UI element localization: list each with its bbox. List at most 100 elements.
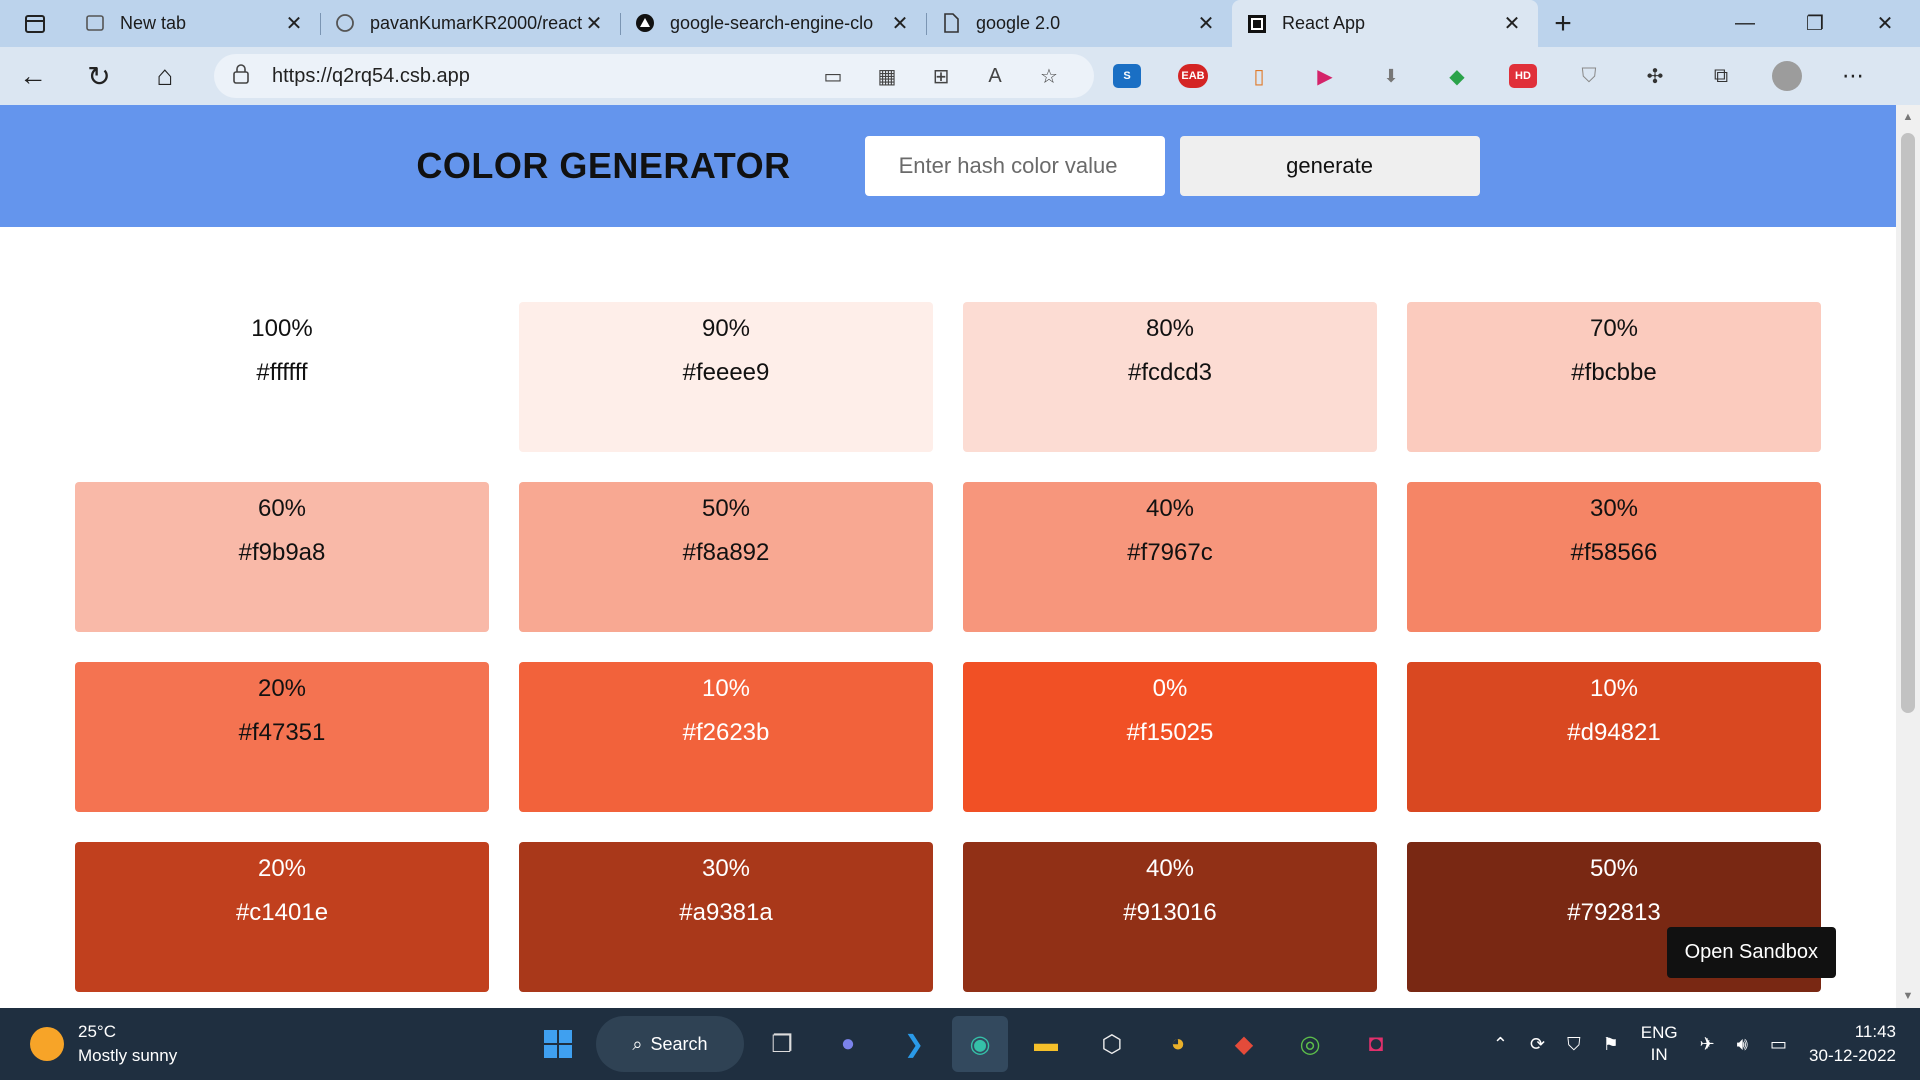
- restore-button[interactable]: ❐: [1780, 0, 1850, 47]
- plus-icon: +: [1554, 6, 1572, 40]
- extension-s[interactable]: S: [1094, 47, 1160, 105]
- chrome-button[interactable]: ◕: [1150, 1016, 1206, 1072]
- color-swatch[interactable]: 0% #f15025: [963, 662, 1377, 812]
- collections-button[interactable]: ⧉: [1688, 47, 1754, 105]
- close-icon[interactable]: ✕: [582, 11, 606, 36]
- extension-eab[interactable]: EAB: [1160, 47, 1226, 105]
- qr-code-icon[interactable]: ▦: [860, 64, 914, 89]
- refresh-button[interactable]: ↻: [66, 47, 132, 105]
- scroll-up-icon[interactable]: ▲: [1896, 105, 1920, 129]
- tab-title: React App: [1282, 13, 1366, 33]
- apps-icon[interactable]: ⊞: [914, 64, 968, 89]
- extension-hd[interactable]: HD: [1490, 47, 1556, 105]
- page-scrollbar[interactable]: ▲ ▼: [1896, 105, 1920, 1008]
- scroll-thumb[interactable]: [1901, 133, 1915, 713]
- home-button[interactable]: ⌂: [132, 47, 198, 105]
- app-button[interactable]: ◎: [1282, 1016, 1338, 1072]
- defender-icon[interactable]: ⚑: [1603, 1034, 1619, 1055]
- minimize-button[interactable]: —: [1710, 0, 1780, 47]
- file-explorer-button[interactable]: ▬: [1018, 1016, 1074, 1072]
- instagram-icon: ◘: [1368, 1030, 1384, 1057]
- extension-download[interactable]: ⬇: [1358, 47, 1424, 105]
- tab-react-app[interactable]: React App ✕: [1232, 0, 1538, 47]
- instagram-button[interactable]: ◘: [1348, 1016, 1404, 1072]
- generate-button[interactable]: generate: [1179, 136, 1480, 196]
- unity-button[interactable]: ⬡: [1084, 1016, 1140, 1072]
- profile-button[interactable]: [1754, 47, 1820, 105]
- new-tab-button[interactable]: +: [1538, 0, 1588, 47]
- volume-icon[interactable]: 🔊︎: [1737, 1034, 1748, 1055]
- back-button[interactable]: ←: [0, 47, 66, 105]
- clock[interactable]: 11:43 30-12-2022: [1809, 1020, 1896, 1068]
- edge-button[interactable]: ◉: [952, 1016, 1008, 1072]
- extension-player[interactable]: ▶: [1292, 47, 1358, 105]
- vscode-button[interactable]: ❯: [886, 1016, 942, 1072]
- color-swatch[interactable]: 90% #feeee9: [519, 302, 933, 452]
- settings-menu-button[interactable]: ⋯: [1820, 47, 1886, 105]
- tab-github[interactable]: pavanKumarKR2000/react ✕: [320, 3, 620, 43]
- tab-google-2[interactable]: google 2.0 ✕: [926, 3, 1232, 43]
- close-icon[interactable]: ✕: [282, 11, 306, 36]
- extension-color[interactable]: ◆: [1424, 47, 1490, 105]
- tab-new-tab[interactable]: New tab ✕: [70, 3, 320, 43]
- task-view-button[interactable]: ❐: [754, 1016, 810, 1072]
- swatch-hex: #d94821: [1567, 719, 1661, 746]
- color-swatch[interactable]: 50% #f8a892: [519, 482, 933, 632]
- close-icon[interactable]: ✕: [1500, 11, 1524, 36]
- chat-icon: ●: [840, 1030, 856, 1057]
- close-window-button[interactable]: ✕: [1850, 0, 1920, 47]
- color-swatch[interactable]: 30% #a9381a: [519, 842, 933, 992]
- color-swatch[interactable]: 40% #f7967c: [963, 482, 1377, 632]
- tab-google-search-clone[interactable]: google-search-engine-clo ✕: [620, 3, 926, 43]
- app-available-icon[interactable]: ▭: [806, 64, 860, 89]
- taskbar-search[interactable]: ⌕ Search: [596, 1016, 744, 1072]
- cube-icon: ⬡: [1101, 1030, 1123, 1058]
- open-sandbox-button[interactable]: Open Sandbox: [1666, 927, 1836, 978]
- start-button[interactable]: [530, 1016, 586, 1072]
- security-icon[interactable]: ⛉: [1567, 1034, 1581, 1055]
- extension-office[interactable]: ▯: [1226, 47, 1292, 105]
- language-indicator[interactable]: ENG IN: [1641, 1022, 1678, 1066]
- triangle-icon: [634, 12, 656, 34]
- color-swatch[interactable]: 20% #f47351: [75, 662, 489, 812]
- address-bar[interactable]: https://q2rq54.csb.app ▭ ▦ ⊞ A ☆: [214, 54, 1094, 98]
- scroll-down-icon[interactable]: ▼: [1896, 984, 1920, 1008]
- color-swatch[interactable]: 30% #f58566: [1407, 482, 1821, 632]
- color-swatch[interactable]: 10% #f2623b: [519, 662, 933, 812]
- sync-icon[interactable]: ⟳: [1530, 1034, 1545, 1055]
- globe-icon: ◎: [1299, 1030, 1321, 1058]
- battery-icon[interactable]: ▭: [1770, 1034, 1787, 1055]
- color-grid: 100% #ffffff 90% #feeee9 80% #fcdcd3 70% #fbcbb…: [75, 302, 1821, 992]
- search-icon: ⌕: [632, 1033, 643, 1054]
- teams-button[interactable]: ●: [820, 1016, 876, 1072]
- color-swatch[interactable]: 40% #913016: [963, 842, 1377, 992]
- color-swatch[interactable]: 80% #fcdcd3: [963, 302, 1377, 452]
- color-swatch[interactable]: 70% #fbcbbe: [1407, 302, 1821, 452]
- color-swatch[interactable]: 100% #ffffff: [75, 302, 489, 452]
- page-viewport: COLOR GENERATOR generate 100% #ffffff 90% #…: [0, 105, 1896, 1008]
- tab-actions-button[interactable]: [0, 0, 70, 47]
- weather-widget[interactable]: 25°C Mostly sunny: [30, 1020, 177, 1068]
- swatch-percent: 80%: [1145, 315, 1195, 342]
- read-aloud-icon[interactable]: A: [968, 65, 1022, 88]
- color-swatch[interactable]: 20% #c1401e: [75, 842, 489, 992]
- color-swatch[interactable]: 60% #f9b9a8: [75, 482, 489, 632]
- tab-title: pavanKumarKR2000/react: [370, 12, 582, 33]
- page-title: COLOR GENERATOR: [416, 145, 791, 186]
- airplane-icon[interactable]: ✈: [1700, 1034, 1715, 1055]
- git-button[interactable]: ◆: [1216, 1016, 1272, 1072]
- add-favorite-icon[interactable]: ☆: [1022, 64, 1076, 89]
- extensions-button[interactable]: ✣: [1622, 47, 1688, 105]
- date: 30-12-2022: [1809, 1046, 1896, 1065]
- color-swatch[interactable]: 10% #d94821: [1407, 662, 1821, 812]
- url-text[interactable]: https://q2rq54.csb.app: [272, 65, 806, 88]
- taskbar-apps: ⌕ Search ❐ ● ❯ ◉ ▬ ⬡ ◕ ◆ ◎ ◘: [530, 1016, 1404, 1072]
- tab-title: New tab: [120, 12, 187, 33]
- close-icon[interactable]: ✕: [1194, 11, 1218, 36]
- swatch-percent: 30%: [701, 855, 751, 882]
- hex-color-input[interactable]: [864, 136, 1165, 196]
- time: 11:43: [1854, 1022, 1896, 1041]
- extension-shield[interactable]: ⛉: [1556, 47, 1622, 105]
- close-icon[interactable]: ✕: [888, 11, 912, 36]
- chevron-up-icon[interactable]: ⌃: [1493, 1034, 1508, 1055]
